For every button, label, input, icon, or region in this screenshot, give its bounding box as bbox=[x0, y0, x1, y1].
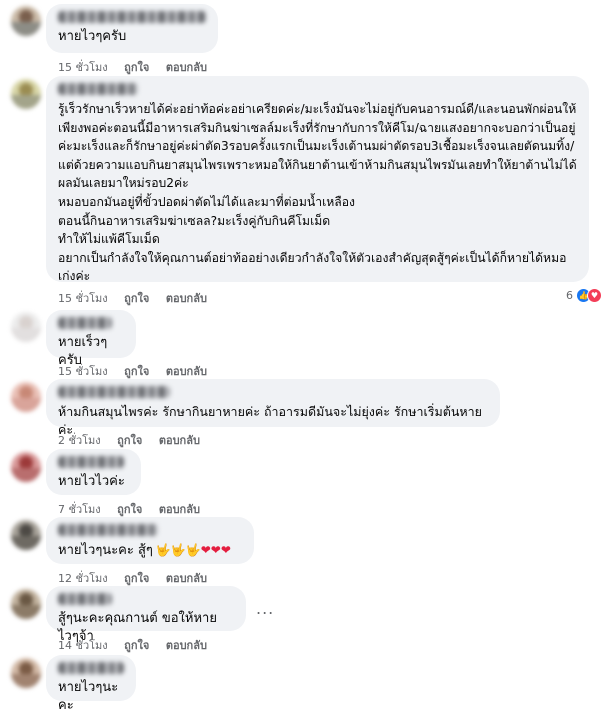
like-button[interactable]: ถูกใจ bbox=[117, 503, 142, 516]
author-name[interactable] bbox=[58, 386, 170, 398]
timestamp[interactable]: 15 ชั่วโมง bbox=[58, 365, 108, 378]
comment-text: หายไวๆนะคะ สู้ๆ 🤟🤟🤟❤❤❤ bbox=[58, 541, 242, 560]
comment-bubble: หายไวๆครับ bbox=[46, 4, 218, 53]
comment-bubble: หายไวๆนะคะ สู้ๆ 🤟🤟🤟❤❤❤ bbox=[46, 517, 254, 564]
reply-button[interactable]: ตอบกลับ bbox=[159, 434, 200, 447]
avatar[interactable] bbox=[11, 520, 41, 550]
comment-text: หายไวไวค่ะ bbox=[58, 474, 125, 489]
comment-bubble: หายเร็วๆครับ bbox=[46, 310, 136, 368]
author-name[interactable] bbox=[58, 317, 112, 329]
comment-bubble: หายไวไวค่ะ bbox=[46, 449, 141, 495]
author-name[interactable] bbox=[58, 662, 124, 674]
reaction-count: 6 bbox=[566, 289, 573, 302]
avatar[interactable] bbox=[11, 79, 41, 109]
author-name[interactable] bbox=[58, 83, 138, 95]
author-name[interactable] bbox=[58, 11, 206, 23]
comment-text: รู้เร็วรักษาเร็วหายได้ค่ะอย่าท้อค่ะอย่าเ… bbox=[58, 102, 577, 284]
like-button[interactable]: ถูกใจ bbox=[124, 639, 149, 652]
comment-bubble: สู้ๆนะคะคุณกานต์ ขอให้หายไวๆจ้า bbox=[46, 586, 246, 644]
timestamp[interactable]: 2 ชั่วโมง bbox=[58, 434, 101, 447]
emoji-reactions: 🤟🤟🤟❤❤❤ bbox=[155, 543, 231, 557]
comment-actions: 14 ชั่วโมง ถูกใจ ตอบกลับ bbox=[58, 636, 220, 654]
like-button[interactable]: ถูกใจ bbox=[117, 434, 142, 447]
comment-actions: 15 ชั่วโมง ถูกใจ ตอบกลับ bbox=[58, 58, 220, 76]
timestamp[interactable]: 15 ชั่วโมง bbox=[58, 292, 108, 305]
comment-text: หายไวๆครับ bbox=[58, 29, 127, 44]
comment-actions: 7 ชั่วโมง ถูกใจ ตอบกลับ bbox=[58, 500, 213, 518]
love-icon: ♥ bbox=[587, 288, 602, 303]
avatar[interactable] bbox=[11, 382, 41, 412]
comment-bubble: ห้ามกินสมุนไพรค่ะ รักษากินยาหายค่ะ ถ้าอา… bbox=[46, 379, 500, 437]
comment-text-body: หายไวๆนะคะ สู้ๆ bbox=[58, 543, 153, 558]
avatar[interactable] bbox=[11, 312, 41, 342]
reply-button[interactable]: ตอบกลับ bbox=[166, 639, 207, 652]
author-name[interactable] bbox=[58, 593, 112, 605]
avatar[interactable] bbox=[11, 658, 41, 688]
like-button[interactable]: ถูกใจ bbox=[124, 61, 149, 74]
avatar[interactable] bbox=[11, 589, 41, 619]
timestamp[interactable]: 14 ชั่วโมง bbox=[58, 639, 108, 652]
comment-text: หายไวๆนะคะ bbox=[58, 680, 119, 713]
comment-actions: 12 ชั่วโมง ถูกใจ ตอบกลับ bbox=[58, 569, 220, 587]
comment-bubble: รู้เร็วรักษาเร็วหายได้ค่ะอย่าท้อค่ะอย่าเ… bbox=[46, 76, 589, 283]
reply-button[interactable]: ตอบกลับ bbox=[166, 572, 207, 585]
like-button[interactable]: ถูกใจ bbox=[124, 365, 149, 378]
comment-bubble: หายไวๆนะคะ bbox=[46, 655, 136, 713]
comment-actions: 2 ชั่วโมง ถูกใจ ตอบกลับ bbox=[58, 431, 213, 449]
author-name[interactable] bbox=[58, 524, 158, 536]
author-name[interactable] bbox=[58, 456, 124, 468]
comment-actions: 15 ชั่วโมง ถูกใจ ตอบกลับ bbox=[58, 362, 220, 380]
reply-button[interactable]: ตอบกลับ bbox=[166, 61, 207, 74]
reply-button[interactable]: ตอบกลับ bbox=[159, 503, 200, 516]
avatar[interactable] bbox=[11, 6, 41, 36]
timestamp[interactable]: 7 ชั่วโมง bbox=[58, 503, 101, 516]
more-options-icon[interactable]: ... bbox=[256, 599, 274, 618]
reply-button[interactable]: ตอบกลับ bbox=[166, 365, 207, 378]
timestamp[interactable]: 15 ชั่วโมง bbox=[58, 61, 108, 74]
comment-actions: 15 ชั่วโมง ถูกใจ ตอบกลับ bbox=[58, 289, 220, 307]
reply-button[interactable]: ตอบกลับ bbox=[166, 292, 207, 305]
avatar[interactable] bbox=[11, 452, 41, 482]
like-button[interactable]: ถูกใจ bbox=[124, 292, 149, 305]
timestamp[interactable]: 12 ชั่วโมง bbox=[58, 572, 108, 585]
reaction-summary[interactable]: 6 👍 ♥ bbox=[566, 288, 602, 303]
like-button[interactable]: ถูกใจ bbox=[124, 572, 149, 585]
